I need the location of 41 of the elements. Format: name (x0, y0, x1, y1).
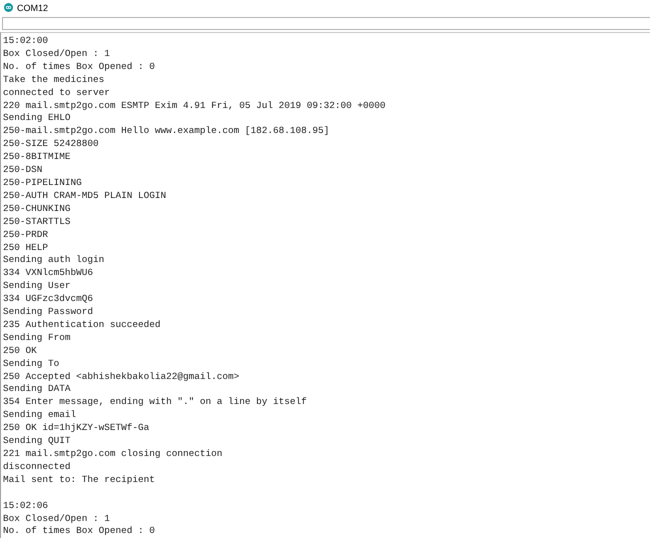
log-line: 250 OK id=1hjKZY-wSETWf-Ga (3, 422, 150, 436)
log-line: Sending To (3, 358, 60, 371)
log-line: Mail sent to: The recipient (3, 474, 155, 487)
log-line: 250 HELP (3, 242, 48, 254)
log-line: 334 UGFzc3dvcmQ6 (3, 293, 94, 306)
log-line: Sending email (3, 409, 76, 422)
log-line: 235 Authentication succeeded (3, 318, 161, 332)
log-line: Sending DATA (3, 383, 71, 396)
log-line: 250-STARTTLS (3, 216, 71, 229)
log-line: 15:02:06 (3, 500, 48, 513)
log-line: Take the medicines (3, 74, 104, 87)
log-line: Sending auth login (3, 254, 104, 268)
log-line: 220 mail.smtp2go.com ESMTP Exim 4.91 Fri, 05 Jul 2019 09:32:00 +0000 (3, 100, 386, 112)
log-line: 250-CHUNKING (3, 202, 71, 216)
log-line: Sending User (3, 280, 71, 294)
log-line: 15:02:00 (3, 35, 48, 48)
log-line: 250-SIZE 52428800 (3, 138, 99, 152)
log-line: 250-DSN (3, 164, 42, 177)
log-line: connected to server (3, 86, 110, 100)
log-line: Box Closed/Open : 1 (3, 48, 110, 61)
window-title: COM12 (17, 2, 48, 12)
log-line: 250-mail.smtp2go.com Hello www.example.com [182.68.108.95] (3, 125, 330, 138)
log-line: Sending From (3, 332, 71, 345)
log-line: 250-AUTH CRAM-MD5 PLAIN LOGIN (3, 190, 166, 203)
log-line: Sending QUIT (3, 435, 71, 448)
log-line: 250 OK (3, 344, 37, 358)
log-line: 354 Enter message, ending with "." on a line by itself (3, 396, 307, 410)
log-line: disconnected (3, 460, 71, 474)
log-line: 334 VXNlcm5hbWU6 (3, 267, 94, 280)
log-line: 250 Accepted <abhishekbakolia22@gmail.com> (3, 370, 240, 384)
log-line: No. of times Box Opened : 0 (3, 60, 155, 74)
log-line: 250-PRDR (3, 228, 48, 242)
log-line: 250-PIPELINING (3, 176, 82, 190)
log-line: 250-8BITMIME (3, 151, 71, 164)
log-line: 221 mail.smtp2go.com closing connection (3, 448, 222, 461)
log-line: No. of times Box Opened : 0 (3, 525, 155, 538)
log-line: Box Closed/Open : 1 (3, 512, 110, 526)
log-line: Sending EHLO (3, 112, 71, 126)
input-field[interactable] (2, 17, 650, 30)
log-line: Sending Password (3, 306, 94, 319)
app-icon (4, 3, 13, 12)
